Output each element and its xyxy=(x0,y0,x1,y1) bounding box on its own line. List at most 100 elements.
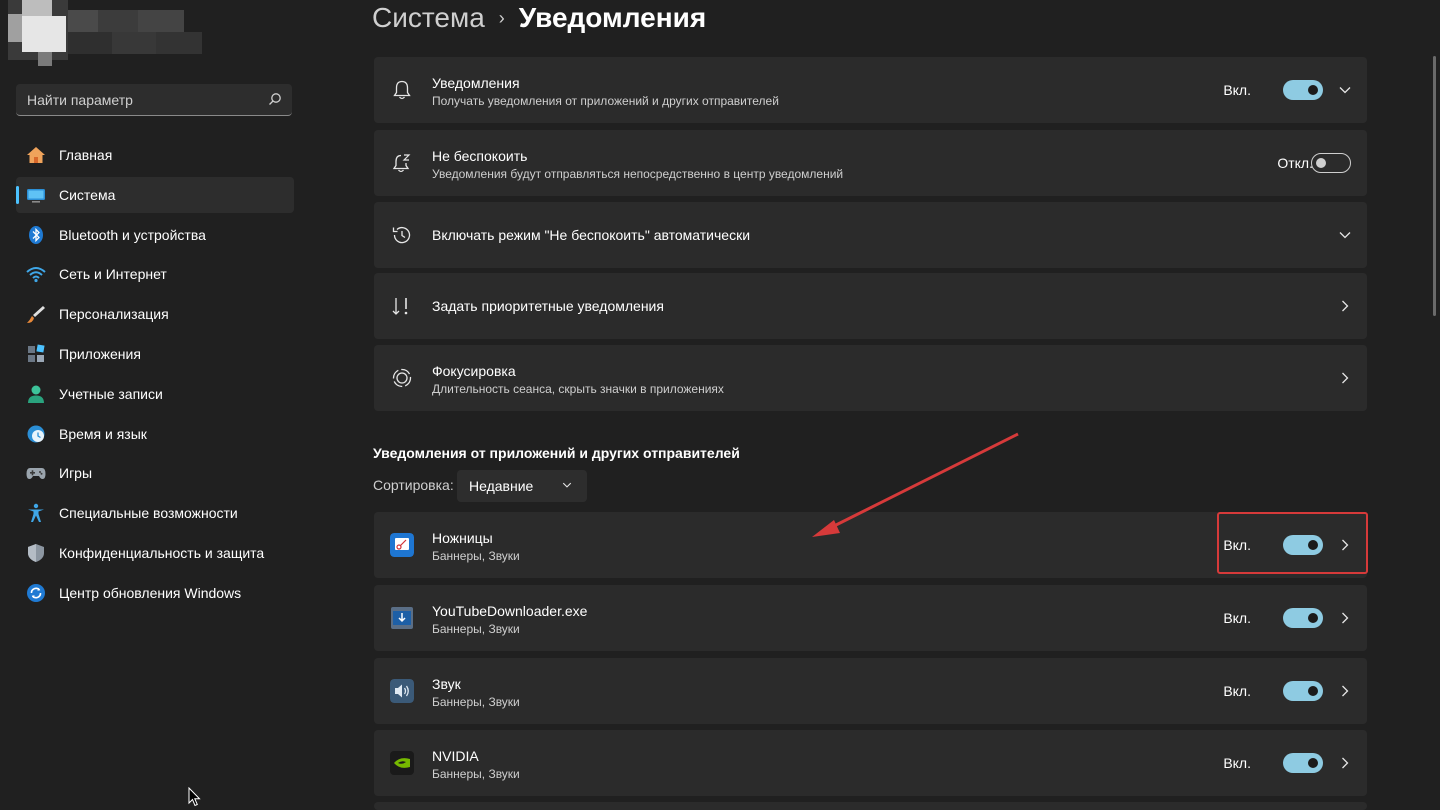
snipping-tool-icon xyxy=(390,533,414,557)
app-toggle[interactable] xyxy=(1283,753,1323,773)
breadcrumb-parent[interactable]: Система xyxy=(372,2,485,34)
update-icon xyxy=(25,582,47,604)
app-row-sound[interactable]: Звук Баннеры, Звуки Вкл. xyxy=(374,658,1367,724)
sidebar-item-home[interactable]: Главная xyxy=(16,137,294,173)
sort-label: Сортировка: xyxy=(373,477,454,493)
app-description: Баннеры, Звуки xyxy=(432,549,520,563)
toggle-state-label: Откл. xyxy=(1277,155,1313,171)
app-description: Баннеры, Звуки xyxy=(432,622,520,636)
notifications-toggle[interactable] xyxy=(1283,80,1323,100)
chevron-down-icon xyxy=(562,482,572,488)
toggle-state-label: Вкл. xyxy=(1223,82,1251,98)
app-name: NVIDIA xyxy=(432,748,479,764)
do-not-disturb-toggle[interactable] xyxy=(1311,153,1351,173)
priority-icon xyxy=(390,294,414,318)
chevron-right-icon[interactable] xyxy=(1337,298,1353,314)
breadcrumb-separator: › xyxy=(498,7,505,28)
apps-section-title: Уведомления от приложений и других отпра… xyxy=(373,445,740,461)
setting-notifications[interactable]: Уведомления Получать уведомления от прил… xyxy=(374,57,1367,123)
sidebar-item-privacy[interactable]: Конфиденциальность и защита xyxy=(16,535,294,571)
sidebar-nav: Главная Система Bluetooth и устройства С… xyxy=(16,137,294,615)
clock-icon xyxy=(390,223,414,247)
app-window-icon xyxy=(391,607,413,629)
toggle-state-label: Вкл. xyxy=(1223,683,1251,699)
setting-focus[interactable]: Фокусировка Длительность сеанса, скрыть … xyxy=(374,345,1367,411)
sidebar-item-label: Сеть и Интернет xyxy=(59,266,167,283)
sidebar-item-label: Игры xyxy=(59,465,93,482)
app-row-partial[interactable] xyxy=(374,802,1367,810)
page-title: Уведомления xyxy=(518,2,707,33)
sidebar-item-label: Время и язык xyxy=(59,425,147,442)
highlight-box xyxy=(1217,512,1368,574)
speaker-icon xyxy=(390,679,414,703)
chevron-down-icon[interactable] xyxy=(1337,82,1353,98)
app-description: Баннеры, Звуки xyxy=(432,767,520,781)
setting-title: Фокусировка xyxy=(432,363,516,379)
setting-title: Не беспокоить xyxy=(432,148,528,164)
toggle-state-label: Вкл. xyxy=(1223,755,1251,771)
chevron-right-icon[interactable] xyxy=(1337,370,1353,386)
search-box[interactable] xyxy=(16,84,292,116)
wifi-icon xyxy=(25,263,47,285)
shield-icon xyxy=(25,542,47,564)
sort-value: Недавние xyxy=(469,478,534,494)
sidebar-item-label: Персонализация xyxy=(59,306,169,323)
sidebar-item-label: Конфиденциальность и защита xyxy=(59,544,265,561)
gamepad-icon xyxy=(25,462,47,484)
sidebar-item-apps[interactable]: Приложения xyxy=(16,336,294,372)
user-icon xyxy=(25,383,47,405)
clock-globe-icon xyxy=(25,423,47,445)
setting-priority-notifications[interactable]: Задать приоритетные уведомления xyxy=(374,273,1367,339)
sidebar-item-gaming[interactable]: Игры xyxy=(16,455,294,491)
sidebar-item-label: Bluetooth и устройства xyxy=(59,226,206,243)
home-icon xyxy=(25,144,47,166)
toggle-state-label: Вкл. xyxy=(1223,610,1251,626)
setting-title: Включать режим "Не беспокоить" автоматич… xyxy=(432,227,751,243)
setting-auto-do-not-disturb[interactable]: Включать режим "Не беспокоить" автоматич… xyxy=(374,202,1367,268)
annotation-arrow-icon xyxy=(812,432,1019,537)
chevron-down-icon[interactable] xyxy=(1337,227,1353,243)
chevron-right-icon[interactable] xyxy=(1337,755,1353,771)
system-icon xyxy=(25,184,47,206)
sidebar-item-bluetooth[interactable]: Bluetooth и устройства xyxy=(16,217,294,253)
blurred-avatar xyxy=(8,0,202,66)
app-toggle[interactable] xyxy=(1283,608,1323,628)
sidebar-item-label: Система xyxy=(59,186,116,203)
focus-icon xyxy=(390,366,414,390)
sidebar-item-time-language[interactable]: Время и язык xyxy=(16,416,294,452)
sidebar-item-network[interactable]: Сеть и Интернет xyxy=(16,256,294,292)
sidebar-item-label: Специальные возможности xyxy=(59,505,238,522)
app-description: Баннеры, Звуки xyxy=(432,695,520,709)
scrollbar[interactable] xyxy=(1433,56,1436,316)
bluetooth-icon xyxy=(25,224,47,246)
setting-do-not-disturb[interactable]: Не беспокоить Уведомления будут отправля… xyxy=(374,130,1367,196)
mouse-cursor-icon xyxy=(188,787,201,807)
app-toggle[interactable] xyxy=(1283,681,1323,701)
chevron-right-icon[interactable] xyxy=(1337,610,1353,626)
brush-icon xyxy=(25,303,47,325)
setting-description: Уведомления будут отправляться непосредс… xyxy=(432,167,844,181)
bell-snooze-icon xyxy=(390,151,414,175)
sort-dropdown[interactable]: Недавние xyxy=(457,470,587,502)
search-input[interactable] xyxy=(16,84,269,116)
sidebar-item-system[interactable]: Система xyxy=(16,176,294,213)
breadcrumb: Система › Уведомления xyxy=(372,2,706,34)
sidebar-item-personalization[interactable]: Персонализация xyxy=(16,296,294,332)
sidebar-item-label: Приложения xyxy=(59,345,141,362)
sidebar-item-windows-update[interactable]: Центр обновления Windows xyxy=(16,575,294,611)
app-row-youtubedownloader[interactable]: YouTubeDownloader.exe Баннеры, Звуки Вкл… xyxy=(374,585,1367,651)
setting-description: Длительность сеанса, скрыть значки в при… xyxy=(432,382,724,396)
sidebar-item-label: Главная xyxy=(59,147,113,163)
setting-title: Задать приоритетные уведомления xyxy=(432,298,664,314)
chevron-right-icon[interactable] xyxy=(1337,683,1353,699)
app-row-nvidia[interactable]: NVIDIA Баннеры, Звуки Вкл. xyxy=(374,730,1367,796)
sidebar-item-accounts[interactable]: Учетные записи xyxy=(16,376,294,412)
nvidia-icon xyxy=(390,751,414,775)
sidebar-item-accessibility[interactable]: Специальные возможности xyxy=(16,495,294,531)
apps-icon xyxy=(25,343,47,365)
bell-icon xyxy=(390,78,414,102)
search-icon[interactable] xyxy=(268,92,282,106)
sidebar-item-label: Учетные записи xyxy=(59,385,163,402)
app-name: YouTubeDownloader.exe xyxy=(432,603,588,619)
app-name: Звук xyxy=(432,676,461,692)
